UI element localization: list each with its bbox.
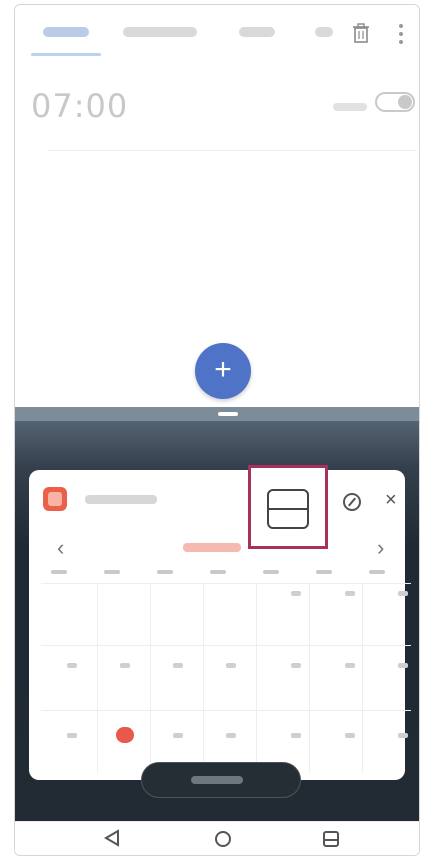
- calendar-grid-line: [97, 583, 98, 773]
- split-divider-handle[interactable]: [218, 412, 238, 416]
- calendar-day[interactable]: [398, 591, 408, 596]
- clock-tab-bar: [15, 5, 419, 59]
- calendar-day[interactable]: [345, 591, 355, 596]
- alarm-toggle[interactable]: [375, 92, 415, 112]
- back-triangle-icon[interactable]: [104, 829, 120, 847]
- calendar-day[interactable]: [120, 663, 130, 668]
- alarm-repeat-label: [333, 103, 367, 111]
- alarm-divider: [47, 150, 417, 151]
- calendar-app-title: [85, 495, 157, 504]
- more-vertical-icon[interactable]: [398, 23, 404, 45]
- calendar-day[interactable]: [67, 733, 77, 738]
- calendar-day[interactable]: [398, 733, 408, 738]
- active-tab-indicator: [31, 53, 101, 56]
- weekday-label: [316, 570, 332, 574]
- weekday-label: [263, 570, 279, 574]
- chevron-right-icon[interactable]: ›: [377, 535, 384, 561]
- calendar-day[interactable]: [291, 663, 301, 668]
- alarm-time[interactable]: 07:00: [31, 87, 128, 125]
- recents-square-icon[interactable]: [323, 831, 339, 847]
- weekday-label: [104, 570, 120, 574]
- tab-timer[interactable]: [239, 27, 275, 37]
- calendar-day[interactable]: [173, 663, 183, 668]
- calendar-day[interactable]: [345, 733, 355, 738]
- tab-world-clock[interactable]: [123, 27, 197, 37]
- calendar-grid-line: [203, 583, 204, 773]
- calendar-grid-line: [150, 583, 151, 773]
- calendar-day[interactable]: [291, 733, 301, 738]
- weekday-header: [41, 570, 411, 580]
- calendar-grid-line: [362, 583, 363, 773]
- calendar-day[interactable]: [226, 663, 236, 668]
- tab-stopwatch[interactable]: [315, 27, 333, 37]
- split-screen-icon[interactable]: [267, 489, 309, 529]
- calendar-day[interactable]: [345, 663, 355, 668]
- weekday-label: [210, 570, 226, 574]
- close-all-label: [191, 776, 243, 784]
- calendar-day[interactable]: [291, 591, 301, 596]
- calendar-day[interactable]: [173, 733, 183, 738]
- trash-icon[interactable]: [352, 23, 370, 43]
- close-icon[interactable]: ×: [385, 489, 397, 512]
- weekday-label: [369, 570, 385, 574]
- chevron-left-icon[interactable]: ‹: [57, 535, 64, 561]
- calendar-day[interactable]: [67, 663, 77, 668]
- calendar-app-icon: [43, 487, 67, 511]
- calendar-today-marker[interactable]: [116, 727, 134, 743]
- tab-alarm[interactable]: [43, 27, 89, 37]
- edit-icon[interactable]: [343, 493, 361, 511]
- calendar-grid-line: [309, 583, 310, 773]
- weekday-label: [51, 570, 67, 574]
- split-divider-bar[interactable]: [15, 407, 419, 421]
- phone-screen: 07:00 + × ‹ ›: [14, 4, 420, 856]
- plus-icon: +: [214, 353, 232, 386]
- calendar-grid-line: [256, 583, 257, 773]
- weekday-label: [157, 570, 173, 574]
- add-alarm-button[interactable]: +: [195, 343, 251, 399]
- calendar-day[interactable]: [226, 733, 236, 738]
- home-circle-icon[interactable]: [215, 831, 231, 847]
- calendar-month-label: [183, 543, 241, 552]
- calendar-day[interactable]: [398, 663, 408, 668]
